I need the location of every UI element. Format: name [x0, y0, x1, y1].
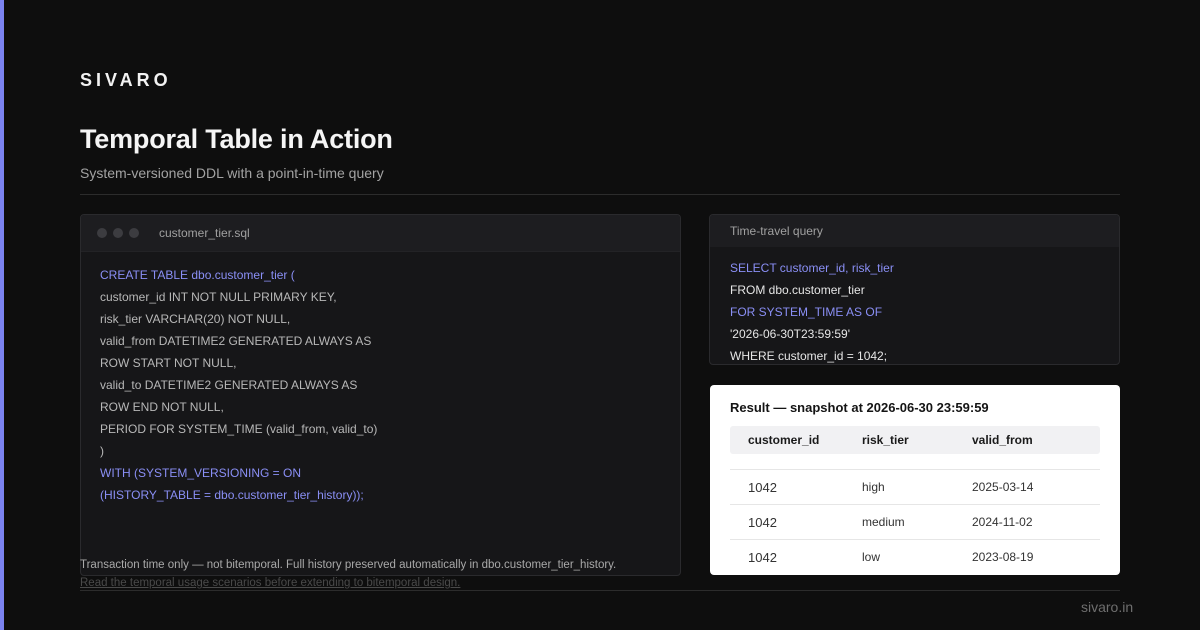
page-subtitle: System-versioned DDL with a point-in-tim… [80, 165, 384, 181]
code-line: ) [100, 444, 104, 458]
code-line: valid_to DATETIME2 GENERATED ALWAYS AS [100, 378, 358, 392]
cell-customer-id: 1042 [748, 479, 777, 495]
column-header-risk-tier: risk_tier [862, 433, 909, 447]
result-card: Result — snapshot at 2026-06-30 23:59:59… [710, 385, 1120, 575]
brand-logo: SIVARO [80, 70, 172, 90]
query-line: '2026-06-30T23:59:59' [730, 327, 851, 341]
code-line: valid_from DATETIME2 GENERATED ALWAYS AS [100, 334, 372, 348]
editor-filename: customer_tier.sql [159, 226, 250, 240]
window-dot-maximize [129, 228, 139, 238]
ddl-code-block: CREATE TABLE dbo.customer_tier ( custome… [81, 252, 680, 518]
code-line: PERIOD FOR SYSTEM_TIME (valid_from, vali… [100, 422, 378, 436]
code-line: ROW END NOT NULL, [100, 400, 224, 414]
code-editor-panel: customer_tier.sql CREATE TABLE dbo.custo… [80, 214, 681, 576]
divider-bottom [80, 590, 1120, 591]
query-line: WHERE customer_id = 1042; [730, 349, 888, 363]
divider-top [80, 194, 1120, 195]
result-table-header: customer_id risk_tier valid_from [730, 426, 1100, 454]
page-title: Temporal Table in Action [80, 124, 393, 154]
table-row: 1042 low 2023-08-19 [730, 539, 1100, 574]
cell-customer-id: 1042 [748, 514, 777, 530]
cell-risk-tier: medium [862, 515, 905, 529]
footnote: Transaction time only — not bitemporal. … [80, 559, 617, 571]
scenarios-link[interactable]: Read the temporal usage scenarios before… [80, 577, 460, 589]
code-line: ROW START NOT NULL, [100, 356, 237, 370]
table-row: 1042 medium 2024-11-02 [730, 504, 1100, 539]
column-header-customer-id: customer_id [748, 433, 820, 447]
footer-url: sivaro.in [1081, 599, 1134, 615]
query-line: SELECT customer_id, risk_tier [730, 261, 894, 275]
code-line: WITH (SYSTEM_VERSIONING = ON [100, 466, 302, 480]
cell-customer-id: 1042 [748, 549, 777, 565]
table-row: 1042 high 2025-03-14 [730, 469, 1100, 504]
accent-bar [0, 0, 4, 630]
column-header-valid-from: valid_from [972, 433, 1033, 447]
query-line: FOR SYSTEM_TIME AS OF [730, 305, 883, 319]
code-line: risk_tier VARCHAR(20) NOT NULL, [100, 312, 291, 326]
query-panel: Time-travel query SELECT customer_id, ri… [709, 214, 1120, 365]
cell-valid-from: 2024-11-02 [972, 515, 1033, 529]
query-line: FROM dbo.customer_tier [730, 283, 865, 297]
query-panel-heading: Time-travel query [710, 215, 1119, 247]
editor-titlebar: customer_tier.sql [81, 215, 680, 252]
cell-valid-from: 2023-08-19 [972, 550, 1034, 564]
code-line: customer_id INT NOT NULL PRIMARY KEY, [100, 290, 337, 304]
code-line: (HISTORY_TABLE = dbo.customer_tier_histo… [100, 488, 364, 502]
window-dot-close [97, 228, 107, 238]
code-line: CREATE TABLE dbo.customer_tier ( [100, 268, 295, 282]
cell-risk-tier: low [862, 550, 881, 564]
cell-risk-tier: high [862, 480, 885, 494]
query-code-block: SELECT customer_id, risk_tier FROM dbo.c… [710, 247, 1119, 364]
window-dot-minimize [113, 228, 123, 238]
result-title: Result — snapshot at 2026-06-30 23:59:59 [730, 400, 989, 415]
cell-valid-from: 2025-03-14 [972, 480, 1034, 494]
